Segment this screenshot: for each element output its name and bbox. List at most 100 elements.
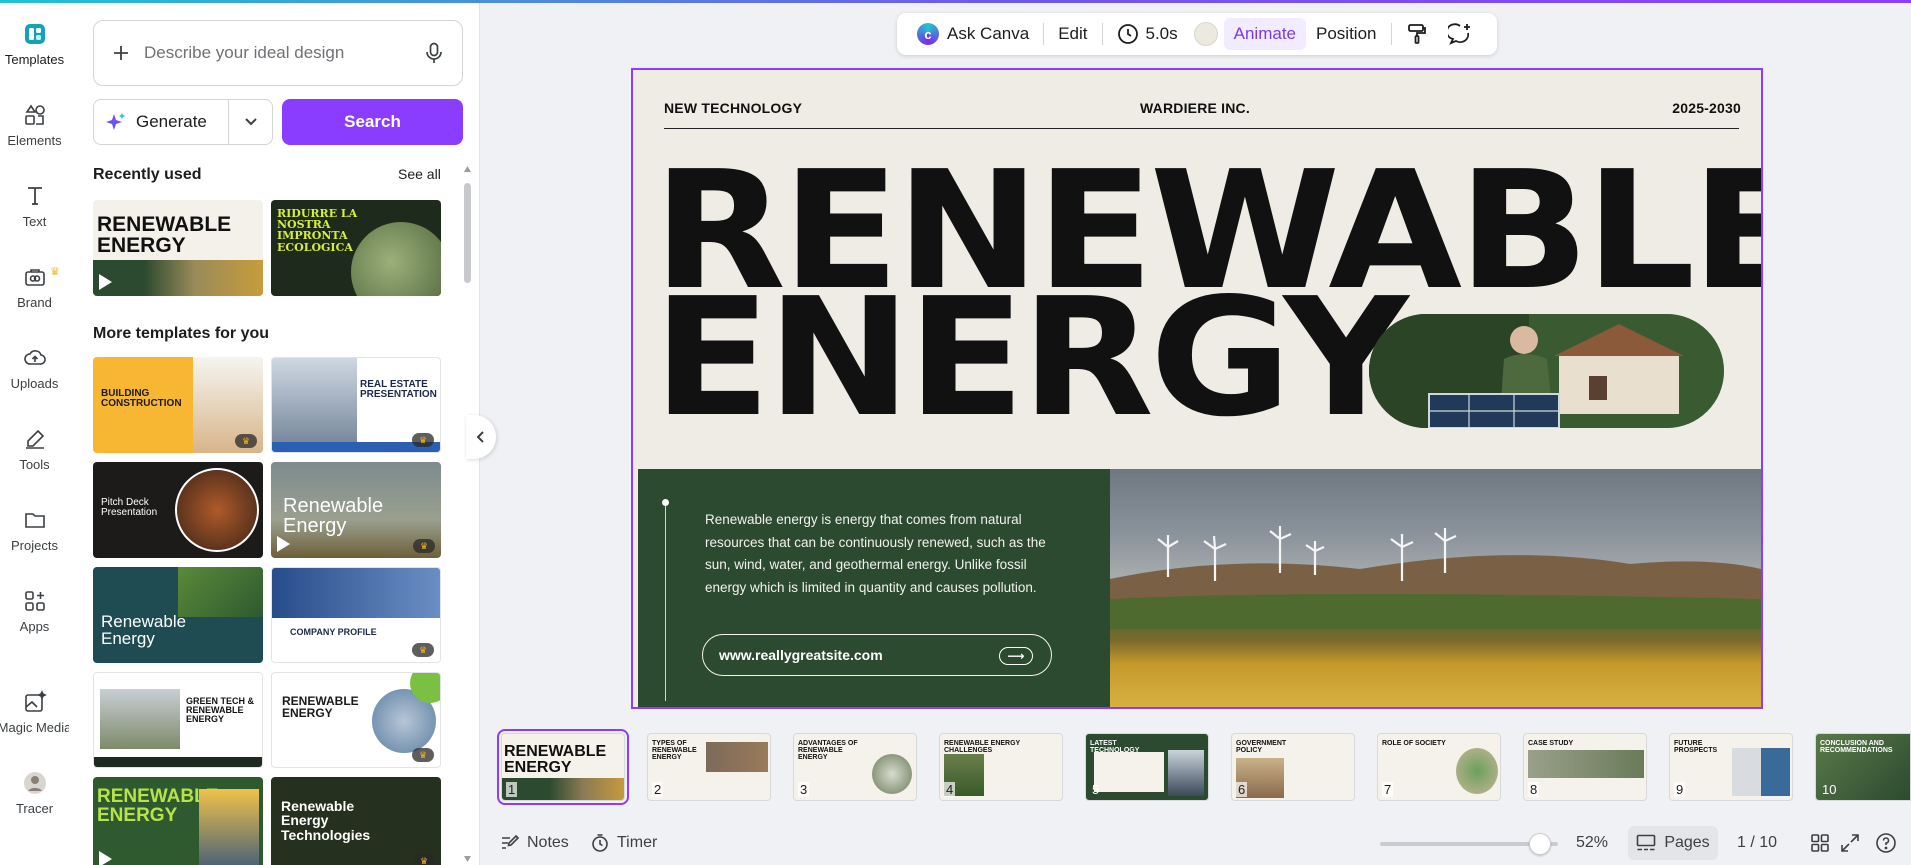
timer-button[interactable]: Timer	[590, 828, 657, 858]
fullscreen-button[interactable]	[1840, 828, 1860, 858]
page-thumbnail[interactable]: RENEWABLE ENERGY 1	[497, 729, 629, 805]
rail-magic-media[interactable]: Magic Media	[0, 676, 71, 748]
rail-label: Brand	[17, 294, 52, 310]
template-title: COMPANY PROFILE	[290, 627, 377, 637]
rail-tracer[interactable]: Tracer	[0, 757, 69, 829]
microphone-icon[interactable]	[424, 42, 444, 64]
slide-body-text[interactable]: Renewable energy is energy that comes fr…	[705, 509, 1065, 599]
generate-options-button[interactable]	[228, 100, 272, 144]
template-card[interactable]: Pitch Deck Presentation	[93, 462, 263, 558]
scroll-up-icon[interactable]	[463, 165, 472, 173]
scroll-down-icon[interactable]	[463, 855, 472, 863]
page-thumbnail[interactable]: LATEST TECHNOLOGY 5	[1085, 733, 1209, 801]
page-number: 9	[1674, 782, 1686, 797]
page-counter[interactable]: 1 / 10	[1737, 828, 1777, 858]
page-thumbnail[interactable]: ADVANTAGES OF RENEWABLE ENERGY 3	[793, 733, 917, 801]
crown-icon: ♛	[413, 539, 435, 553]
timer-label: Timer	[617, 834, 658, 851]
apps-icon	[24, 590, 45, 611]
uploads-icon	[23, 349, 46, 365]
copy-style-button[interactable]	[1396, 18, 1438, 50]
slide-canvas[interactable]: NEW TECHNOLOGY WARDIERE INC. 2025-2030 R…	[631, 68, 1763, 709]
rail-apps[interactable]: Apps	[0, 575, 69, 647]
rail-elements[interactable]: Elements	[0, 89, 69, 161]
pages-button[interactable]: Pages	[1628, 826, 1718, 860]
crown-icon: ♛	[50, 266, 60, 278]
page-thumbnail[interactable]: CASE STUDY 8	[1523, 733, 1647, 801]
vertical-line	[665, 501, 666, 701]
ask-canva-button[interactable]: c Ask Canva	[907, 18, 1039, 50]
comment-button[interactable]	[1438, 18, 1482, 50]
zoom-slider-handle[interactable]	[1529, 833, 1551, 855]
solar-panel-photo[interactable]	[1369, 314, 1724, 428]
website-url-pill[interactable]: www.reallygreatsite.com ⟶	[702, 634, 1052, 676]
paint-roller-icon	[1407, 24, 1426, 44]
rail-tools[interactable]: Tools	[0, 413, 69, 485]
collapse-panel-button[interactable]	[466, 415, 496, 459]
page-thumbnail[interactable]: CONCLUSION AND RECOMMENDATIONS 10	[1815, 733, 1911, 801]
template-card[interactable]: Renewable Energy Technologies ♛	[271, 777, 441, 865]
template-card[interactable]: RENEWABLE ENERGY	[93, 200, 263, 296]
templates-icon	[24, 23, 45, 44]
template-card[interactable]: REAL ESTATE PRESENTATION ♛	[271, 357, 441, 453]
page-thumbnail[interactable]: ROLE OF SOCIETY 7	[1377, 733, 1501, 801]
magic-media-icon	[24, 689, 47, 712]
template-card[interactable]: COMPANY PROFILE ♛	[271, 567, 441, 663]
rail-projects[interactable]: Projects	[0, 494, 69, 566]
template-card[interactable]: Renewable Energy	[93, 567, 263, 663]
wind-farm-photo[interactable]	[1110, 469, 1761, 707]
slide-header-center: WARDIERE INC.	[1140, 100, 1250, 116]
help-button[interactable]	[1875, 828, 1897, 858]
template-title: REAL ESTATE PRESENTATION	[360, 379, 437, 401]
edit-button[interactable]: Edit	[1048, 18, 1097, 50]
zoom-percentage[interactable]: 52%	[1576, 828, 1608, 858]
template-card[interactable]: RIDURRE LA NOSTRA IMPRONTA ECOLOGICA	[271, 200, 441, 296]
bottom-bar: Notes Timer 52% Pages 1 / 10	[480, 822, 1911, 865]
chevron-down-icon	[244, 118, 257, 126]
page-title: ROLE OF SOCIETY	[1382, 740, 1446, 747]
generate-button[interactable]: Generate	[94, 100, 228, 144]
rail-text[interactable]: Text	[0, 170, 69, 242]
rail-templates[interactable]: Templates	[0, 8, 69, 80]
notes-button[interactable]: Notes	[500, 828, 569, 858]
rail-label: Projects	[11, 537, 58, 553]
grid-view-button[interactable]	[1810, 828, 1830, 858]
crown-icon: ♛	[412, 643, 434, 657]
background-color-swatch[interactable]	[1193, 22, 1218, 46]
template-card[interactable]: Renewable Energy ♛	[271, 462, 441, 558]
page-thumbnail[interactable]: FUTURE PROSPECTS 9	[1669, 733, 1793, 801]
scroll-thumb[interactable]	[464, 183, 471, 283]
page-number: 5	[1092, 782, 1100, 797]
page-image	[706, 742, 768, 772]
template-card[interactable]: RENEWABLE ENERGY ♛	[271, 672, 441, 768]
animate-button[interactable]: Animate	[1223, 18, 1307, 50]
timer-icon	[592, 834, 608, 852]
page-number: 2	[652, 782, 664, 797]
template-title: BUILDING CONSTRUCTION	[101, 388, 182, 410]
template-card[interactable]: BUILDING CONSTRUCTION ♛	[93, 357, 263, 453]
page-number: 3	[798, 782, 810, 797]
slide-title-line2[interactable]: ENERGY	[653, 277, 1409, 440]
rail-brand[interactable]: ♛ Brand	[0, 251, 69, 323]
design-prompt-input[interactable]: Describe your ideal design	[93, 20, 463, 86]
header-rule	[664, 128, 1739, 129]
search-button[interactable]: Search	[282, 99, 463, 145]
pages-label: Pages	[1664, 834, 1710, 851]
page-thumbnail[interactable]: RENEWABLE ENERGY CHALLENGES 4	[939, 733, 1063, 801]
duration-button[interactable]: 5.0s	[1107, 18, 1188, 50]
template-image	[175, 468, 259, 552]
arrow-right-icon: ⟶	[999, 647, 1033, 665]
rail-uploads[interactable]: Uploads	[0, 332, 69, 404]
page-thumbnail[interactable]: TYPES OF RENEWABLE ENERGY 2	[647, 733, 771, 801]
template-card[interactable]: GREEN TECH & RENEWABLE ENERGY	[93, 672, 263, 768]
see-all-link[interactable]: See all	[398, 166, 441, 182]
panel-scrollbar[interactable]	[463, 163, 472, 863]
generate-label: Generate	[136, 112, 207, 131]
position-button[interactable]: Position	[1306, 18, 1386, 50]
template-image	[178, 567, 263, 617]
template-card[interactable]: RENEWABLE ENERGY	[93, 777, 263, 865]
ask-canva-label: Ask Canva	[947, 24, 1030, 43]
template-title: RENEWABLE ENERGY	[97, 213, 232, 258]
rail-label: Tools	[19, 456, 50, 472]
page-thumbnail[interactable]: GOVERNMENT POLICY 6	[1231, 733, 1355, 801]
